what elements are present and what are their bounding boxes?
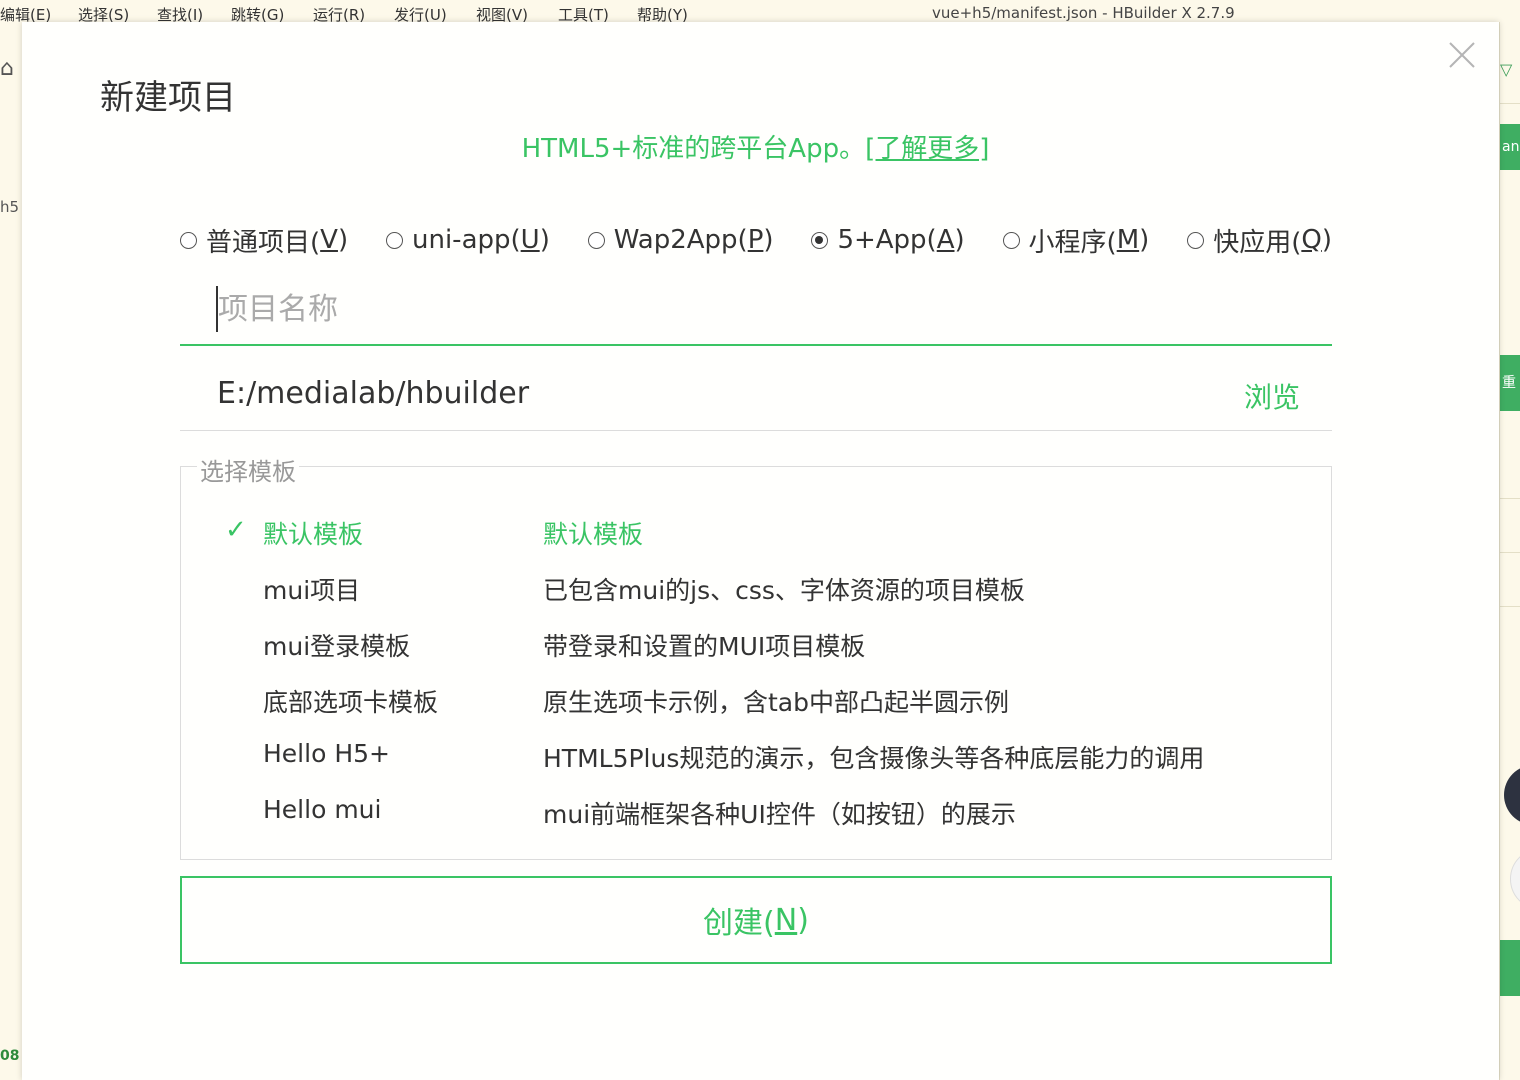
radio-label-end: ): [1321, 225, 1332, 255]
template-item-default[interactable]: ✓ 默认模板 默认模板: [181, 505, 1331, 555]
window-title: vue+h5/manifest.json - HBuilder X 2.7.9: [932, 4, 1235, 22]
menu-goto[interactable]: 跳转(G): [231, 4, 284, 22]
menu-edit[interactable]: 编辑(E): [0, 4, 51, 22]
filter-icon[interactable]: ▽: [1500, 60, 1512, 79]
radio-hotkey: V: [320, 225, 338, 255]
menu-find[interactable]: 查找(I): [157, 4, 203, 22]
radio-label: Wap2App(: [613, 225, 748, 255]
radio-label-end: ): [337, 225, 349, 255]
template-name: Hello H5+: [263, 739, 390, 768]
menu-help[interactable]: 帮助(Y): [637, 4, 688, 22]
radio-hotkey: Q: [1301, 225, 1322, 255]
template-item-mui-login[interactable]: mui登录模板 带登录和设置的MUI项目模板: [181, 617, 1331, 667]
radio-hotkey: P: [747, 225, 764, 255]
radio-label-end: ): [763, 225, 774, 255]
template-name: mui登录模板: [263, 632, 411, 661]
radio-hotkey: A: [936, 225, 955, 255]
check-icon: ✓: [225, 515, 247, 545]
radio-quick-app[interactable]: 快应用(Q): [1187, 222, 1332, 259]
project-path-value[interactable]: E:/medialab/hbuilder: [217, 376, 529, 411]
new-project-dialog: 新建项目 HTML5+标准的跨平台App。[了解更多] 普通项目(V) uni-…: [22, 22, 1499, 1080]
divider: [1500, 552, 1520, 553]
background-left-text: h5: [0, 198, 20, 216]
template-desc: 默认模板: [543, 520, 644, 549]
template-desc: 原生选项卡示例，含tab中部凸起半圆示例: [543, 688, 1009, 717]
project-name-input[interactable]: [216, 286, 1298, 332]
radio-label: 普通项目(: [206, 227, 321, 258]
template-item-hello-h5plus[interactable]: Hello H5+ HTML5Plus规范的演示，包含摄像头等各种底层能力的调用: [181, 729, 1331, 779]
background-right-tab-mid[interactable]: 重: [1500, 355, 1520, 411]
radio-label: uni-app(: [412, 225, 521, 255]
template-desc: mui前端框架各种UI控件（如按钮）的展示: [543, 800, 1016, 829]
create-button-label: 创建(: [703, 906, 775, 941]
background-right-panel: [1499, 22, 1520, 1080]
radio-label: 快应用(: [1213, 227, 1302, 258]
template-name: 底部选项卡模板: [263, 688, 439, 717]
background-line-number: 08: [0, 1048, 20, 1064]
template-desc: 已包含mui的js、css、字体资源的项目模板: [543, 576, 1025, 605]
create-button-hotkey: N: [774, 902, 798, 938]
project-path-field: E:/medialab/hbuilder 浏览: [180, 364, 1332, 431]
subtitle: HTML5+标准的跨平台App。[了解更多]: [22, 128, 1489, 165]
radio-hotkey: M: [1116, 225, 1140, 255]
background-right-tab-bottom[interactable]: [1500, 940, 1520, 996]
close-icon[interactable]: [1445, 38, 1479, 72]
radio-circle[interactable]: [180, 231, 197, 249]
subtitle-text: HTML5+标准的跨平台App。: [521, 134, 866, 164]
learn-more-link[interactable]: [了解更多]: [865, 134, 989, 164]
template-group: 选择模板 ✓ 默认模板 默认模板 mui项目 已包含mui的js、css、字体资…: [180, 452, 1332, 860]
radio-circle[interactable]: [386, 231, 403, 249]
home-icon: ⌂: [0, 56, 14, 81]
project-name-field: [180, 278, 1332, 346]
menu-view[interactable]: 视图(V): [476, 4, 528, 22]
radio-label-end: ): [1139, 225, 1150, 255]
radio-label: 5+App(: [837, 225, 937, 255]
background-menubar: 编辑(E) 选择(S) 查找(I) 跳转(G) 运行(R) 发行(U) 视图(V…: [0, 0, 1520, 22]
menu-tools[interactable]: 工具(T): [558, 4, 609, 22]
divider: [1500, 606, 1520, 607]
project-type-group: 普通项目(V) uni-app(U) Wap2App(P) 5+App(A) 小…: [180, 222, 1332, 258]
radio-circle[interactable]: [1002, 231, 1020, 249]
divider: [1500, 498, 1520, 499]
template-item-hello-mui[interactable]: Hello mui mui前端框架各种UI控件（如按钮）的展示: [181, 785, 1331, 835]
template-name: mui项目: [263, 576, 361, 605]
dialog-title: 新建项目: [100, 78, 236, 118]
template-name: 默认模板: [263, 520, 364, 549]
radio-5plus-app[interactable]: 5+App(A): [811, 225, 965, 255]
radio-hotkey: U: [520, 225, 540, 255]
radio-circle[interactable]: [587, 231, 605, 249]
radio-wap2app[interactable]: Wap2App(P): [587, 225, 774, 255]
divider: [1500, 103, 1520, 104]
create-button-label-end: ): [797, 902, 809, 938]
radio-circle-checked[interactable]: [811, 231, 829, 249]
create-button[interactable]: 创建(N): [180, 876, 1332, 964]
template-item-mui-project[interactable]: mui项目 已包含mui的js、css、字体资源的项目模板: [181, 561, 1331, 611]
radio-label-end: ): [954, 225, 965, 255]
template-legend: 选择模板: [197, 452, 299, 487]
radio-circle[interactable]: [1187, 231, 1205, 249]
radio-uni-app[interactable]: uni-app(U): [386, 225, 550, 255]
radio-label: 小程序(: [1028, 227, 1117, 258]
radio-normal-project[interactable]: 普通项目(V): [180, 222, 348, 259]
template-name: Hello mui: [263, 795, 382, 824]
menu-select[interactable]: 选择(S): [78, 4, 129, 22]
browse-button[interactable]: 浏览: [1244, 376, 1300, 416]
background-right-tab-top[interactable]: an: [1500, 124, 1520, 170]
radio-mini-program[interactable]: 小程序(M): [1002, 222, 1150, 259]
menu-publish[interactable]: 发行(U): [394, 4, 447, 22]
menu-run[interactable]: 运行(R): [313, 4, 365, 22]
template-item-bottom-tabs[interactable]: 底部选项卡模板 原生选项卡示例，含tab中部凸起半圆示例: [181, 673, 1331, 723]
template-desc: HTML5Plus规范的演示，包含摄像头等各种底层能力的调用: [543, 744, 1205, 773]
template-desc: 带登录和设置的MUI项目模板: [543, 632, 866, 661]
radio-label-end: ): [539, 225, 550, 255]
